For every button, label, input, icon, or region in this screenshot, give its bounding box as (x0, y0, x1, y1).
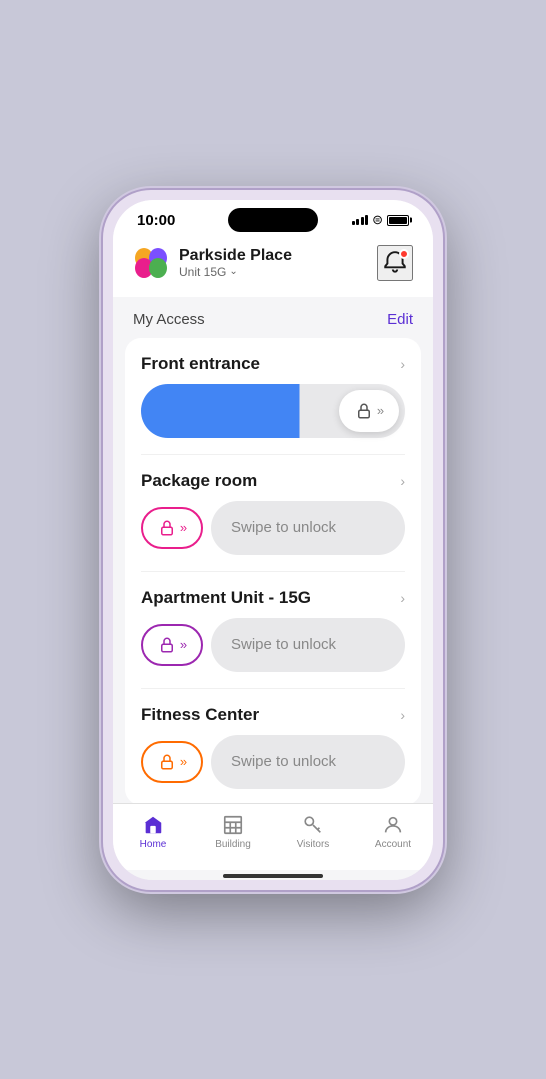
package-room-swipe-row: » Swipe to unlock (141, 501, 405, 555)
lock-icon (158, 636, 176, 654)
property-name: Parkside Place (179, 247, 292, 265)
status-time: 10:00 (137, 212, 175, 229)
apartment-unit-swipe-row: » Swipe to unlock (141, 618, 405, 672)
apartment-unit-swipe-label: Swipe to unlock (231, 636, 336, 653)
access-card: Front entrance › » (125, 338, 421, 803)
access-item-package-room: Package room › » Swipe to unlock (141, 471, 405, 555)
notification-button[interactable] (377, 245, 413, 281)
bottom-nav: Home Building Visitors (113, 803, 433, 870)
signal-icon (352, 215, 369, 225)
access-item-fitness-center: Fitness Center › » Swipe to unlock (141, 705, 405, 789)
app-logo (133, 245, 169, 281)
front-entrance-handle[interactable]: » (339, 390, 399, 432)
lock-icon (158, 753, 176, 771)
package-room-swipe-label: Swipe to unlock (231, 519, 336, 536)
nav-label-account: Account (375, 839, 411, 850)
notification-dot (399, 249, 409, 259)
person-icon (382, 814, 404, 836)
front-entrance-chevron-icon[interactable]: › (400, 356, 405, 372)
fitness-center-handle[interactable]: » (141, 741, 203, 783)
nav-label-building: Building (215, 839, 251, 850)
apartment-unit-handle[interactable]: » (141, 624, 203, 666)
unit-chevron-icon[interactable]: ⌄ (229, 266, 237, 277)
home-indicator (113, 870, 433, 880)
unit-label: Unit 15G (179, 265, 226, 279)
section-title: My Access (133, 311, 205, 328)
lock-icon (158, 519, 176, 537)
nav-label-visitors: Visitors (297, 839, 330, 850)
apartment-unit-chevron-icon[interactable]: › (400, 590, 405, 606)
nav-item-home[interactable]: Home (123, 814, 183, 850)
nav-item-account[interactable]: Account (363, 814, 423, 850)
access-item-name-fitness-center: Fitness Center (141, 705, 259, 725)
nav-item-building[interactable]: Building (203, 814, 263, 850)
access-item-name-front-entrance: Front entrance (141, 354, 260, 374)
access-item-name-apartment-unit: Apartment Unit - 15G (141, 588, 311, 608)
fitness-center-swipe-area[interactable]: Swipe to unlock (211, 735, 405, 789)
package-room-swipe-area[interactable]: Swipe to unlock (211, 501, 405, 555)
nav-label-home: Home (140, 839, 167, 850)
divider-3 (141, 688, 405, 689)
nav-item-visitors[interactable]: Visitors (283, 814, 343, 850)
scroll-content: Parkside Place Unit 15G ⌄ (113, 233, 433, 803)
divider-1 (141, 454, 405, 455)
package-room-chevron-icon[interactable]: › (400, 473, 405, 489)
battery-icon (387, 215, 409, 226)
access-item-name-package-room: Package room (141, 471, 257, 491)
front-entrance-slider[interactable]: » (141, 384, 405, 438)
phone-screen: 10:00 ⊜ (113, 200, 433, 880)
section-header: My Access Edit (113, 297, 433, 338)
fitness-center-swipe-label: Swipe to unlock (231, 753, 336, 770)
header-left: Parkside Place Unit 15G ⌄ (133, 245, 292, 281)
access-item-front-entrance: Front entrance › » (141, 354, 405, 438)
divider-2 (141, 571, 405, 572)
package-room-handle[interactable]: » (141, 507, 203, 549)
building-icon (222, 814, 244, 836)
home-icon (142, 814, 164, 836)
app-header: Parkside Place Unit 15G ⌄ (113, 233, 433, 297)
key-icon (302, 814, 324, 836)
wifi-icon: ⊜ (372, 212, 383, 228)
status-icons: ⊜ (352, 212, 409, 228)
dynamic-island (228, 208, 318, 232)
fitness-center-chevron-icon[interactable]: › (400, 707, 405, 723)
lock-icon (355, 402, 373, 420)
phone-frame: 10:00 ⊜ (103, 190, 443, 890)
access-item-apartment-unit: Apartment Unit - 15G › » Swipe to u (141, 588, 405, 672)
fitness-center-swipe-row: » Swipe to unlock (141, 735, 405, 789)
apartment-unit-swipe-area[interactable]: Swipe to unlock (211, 618, 405, 672)
edit-button[interactable]: Edit (387, 311, 413, 328)
